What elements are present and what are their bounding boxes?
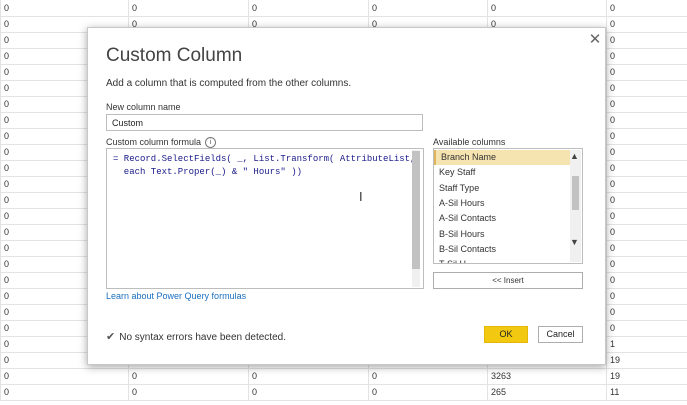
table-row: 000000	[0, 0, 687, 17]
available-column-item[interactable]: A-Sil Contacts	[434, 211, 570, 226]
table-cell[interactable]: 0	[606, 288, 687, 304]
table-cell[interactable]: 0	[606, 192, 687, 208]
insert-button[interactable]: << Insert	[433, 272, 583, 289]
table-cell[interactable]: 0	[368, 368, 487, 384]
table-cell[interactable]: 0	[606, 320, 687, 336]
table-cell[interactable]: 0	[606, 32, 687, 48]
table-cell[interactable]: 11	[606, 384, 687, 400]
available-column-item[interactable]: Branch Name	[434, 150, 570, 165]
available-column-item[interactable]: T-Sil H	[434, 257, 570, 263]
formula-line: = Record.SelectFields( _, List.Transform…	[113, 154, 416, 164]
new-column-name-label: New column name	[106, 102, 181, 112]
table-cell[interactable]: 0	[606, 96, 687, 112]
table-cell[interactable]: 3263	[487, 368, 606, 384]
dialog-title: Custom Column	[106, 45, 243, 66]
table-cell[interactable]: 0	[606, 144, 687, 160]
dialog-description: Add a column that is computed from the o…	[106, 78, 352, 89]
custom-column-dialog: ✕ Custom Column Add a column that is com…	[87, 27, 606, 365]
cancel-button[interactable]: Cancel	[538, 326, 583, 343]
available-columns-label: Available columns	[433, 137, 506, 147]
table-cell[interactable]: 0	[0, 384, 128, 400]
new-column-name-input[interactable]	[106, 114, 423, 131]
syntax-status-text: No syntax errors have been detected.	[119, 332, 286, 343]
table-cell[interactable]: 19	[606, 352, 687, 368]
table-cell[interactable]: 265	[487, 384, 606, 400]
table-cell[interactable]: 0	[606, 240, 687, 256]
columns-scrollbar-thumb[interactable]	[572, 176, 579, 210]
formula-editor[interactable]: = Record.SelectFields( _, List.Transform…	[106, 148, 424, 289]
formula-label-row: Custom column formula i	[106, 137, 217, 149]
table-cell[interactable]: 0	[606, 48, 687, 64]
available-column-item[interactable]: A-Sil Hours	[434, 196, 570, 211]
table-cell[interactable]: 0	[606, 16, 687, 32]
close-icon[interactable]: ✕	[586, 31, 604, 49]
table-row: 0 0 0 0 3263 19	[0, 368, 687, 385]
available-column-item[interactable]: Key Staff	[434, 165, 570, 180]
ok-button[interactable]: OK	[484, 326, 528, 343]
available-column-item[interactable]: B-Sil Hours	[434, 227, 570, 242]
table-cell[interactable]: 0	[248, 384, 368, 400]
table-cell[interactable]: 0	[606, 256, 687, 272]
table-cell[interactable]: 0	[606, 128, 687, 144]
table-cell[interactable]: 0	[606, 176, 687, 192]
table-cell[interactable]: 0	[606, 304, 687, 320]
info-icon[interactable]: i	[205, 137, 217, 149]
table-cell[interactable]: 19	[606, 368, 687, 384]
table-cell[interactable]: 1	[606, 336, 687, 352]
table-cell[interactable]: 0	[368, 0, 487, 16]
scroll-down-icon[interactable]: ▼	[569, 237, 580, 248]
table-cell[interactable]: 0	[128, 368, 248, 384]
table-cell[interactable]: 0	[248, 368, 368, 384]
table-cell[interactable]: 0	[368, 384, 487, 400]
table-cell[interactable]: 0	[248, 0, 368, 16]
table-cell[interactable]: 0	[606, 64, 687, 80]
table-cell[interactable]: 0	[606, 112, 687, 128]
checkmark-icon: ✔	[106, 331, 116, 343]
formula-scrollbar-thumb[interactable]	[412, 151, 420, 269]
table-row: 0 0 0 0 265 11	[0, 384, 687, 401]
formula-line: each Text.Proper(_) & " Hours" ))	[113, 167, 303, 177]
table-cell[interactable]: 0	[0, 368, 128, 384]
syntax-status: ✔ No syntax errors have been detected.	[106, 330, 286, 343]
table-cell[interactable]: 0	[606, 80, 687, 96]
table-cell[interactable]: 0	[0, 0, 128, 16]
table-cell[interactable]: 0	[606, 0, 687, 16]
available-columns-list[interactable]: Branch Name Key Staff Staff Type A-Sil Hour…	[433, 148, 583, 264]
available-column-item[interactable]: B-Sil Contacts	[434, 242, 570, 257]
table-cell[interactable]: 0	[606, 224, 687, 240]
table-cell[interactable]: 0	[128, 384, 248, 400]
table-cell[interactable]: 0	[606, 272, 687, 288]
table-cell[interactable]: 0	[606, 208, 687, 224]
table-cell[interactable]: 0	[606, 160, 687, 176]
text-cursor-icon: I	[359, 189, 363, 204]
learn-power-query-link[interactable]: Learn about Power Query formulas	[106, 291, 246, 301]
available-column-item[interactable]: Staff Type	[434, 181, 570, 196]
table-cell[interactable]: 0	[128, 0, 248, 16]
custom-column-formula-label: Custom column formula	[106, 137, 202, 147]
scroll-up-icon[interactable]: ▲	[569, 151, 580, 162]
table-cell[interactable]: 0	[487, 0, 606, 16]
